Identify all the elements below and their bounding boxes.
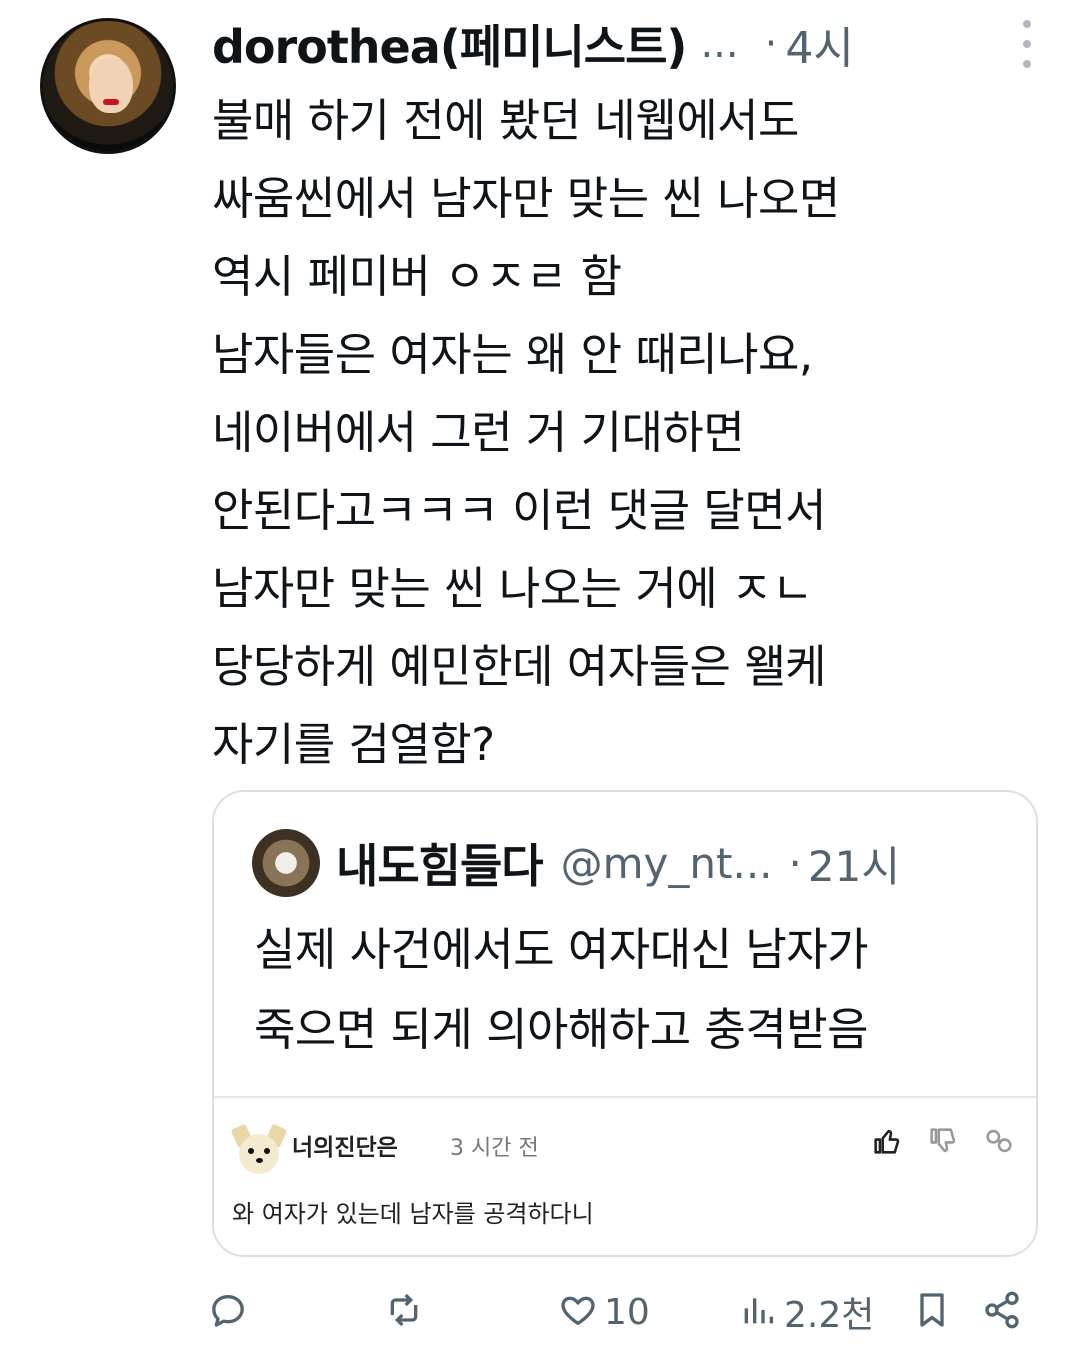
more-dot [1023, 20, 1031, 28]
comment-reaction-icons [870, 1124, 1016, 1158]
post-text-line: 안된다고ㅋㅋㅋ 이런 댓글 달면서 [212, 484, 827, 537]
comment-time: 3 시간 전 [450, 1136, 539, 1161]
views-button[interactable]: 2.2천 [738, 1282, 874, 1342]
post-text-line: 남자들은 여자는 왜 안 때리나요, [212, 328, 813, 381]
quoted-author-name: 내도힘들다 [336, 839, 544, 893]
quoted-text-line: 실제 사건에서도 여자대신 남자가 [254, 923, 869, 976]
post-text-line: 당당하게 예민한데 여자들은 왤케 [212, 640, 827, 693]
dog-avatar-icon [230, 1122, 288, 1176]
post-text: 불매 하기 전에 봤던 네웹에서도 싸움씬에서 남자만 맞는 씬 나오면 역시 … [212, 82, 1032, 784]
more-dot [1023, 60, 1031, 68]
embedded-comment-screenshot: 너의진단은 3 시간 전 와 여자가 있는데 남자를 공격하다니 [214, 1096, 1036, 1255]
retweet-button[interactable] [384, 1282, 430, 1342]
quoted-post-timestamp: 21시 [807, 841, 900, 891]
post-text-line: 싸움씬에서 남자만 맞는 씬 나오면 [212, 172, 840, 225]
bookmark-button[interactable] [912, 1282, 952, 1342]
link-icon [982, 1124, 1016, 1158]
separator-dot: · [788, 838, 802, 888]
quoted-post[interactable]: 내도힘들다 @my_nt... · 21시 실제 사건에서도 여자대신 남자가 … [212, 790, 1038, 1257]
post-text-line: 불매 하기 전에 봤던 네웹에서도 [212, 94, 799, 147]
author-display-name[interactable]: dorothea(페미니스트) [212, 11, 687, 77]
views-chart-icon [738, 1290, 778, 1334]
more-options-icon[interactable] [1015, 20, 1039, 68]
post-text-line: 자기를 검열함? [212, 718, 495, 771]
post-text-line: 남자만 맞는 씬 나오는 거에 ㅈㄴ [212, 562, 813, 615]
thumbs-up-icon [870, 1124, 904, 1158]
views-count: 2.2천 [784, 1295, 875, 1336]
heart-icon [558, 1290, 598, 1334]
reply-icon [208, 1290, 248, 1334]
share-icon [982, 1290, 1022, 1334]
avatar-lips [103, 99, 119, 105]
quoted-text-line: 죽으면 되게 의아해하고 충격받음 [254, 1003, 869, 1056]
thumbs-down-icon [926, 1124, 960, 1158]
retweet-icon [384, 1290, 424, 1334]
post-header: dorothea(페미니스트) ... · 4시 [212, 14, 1039, 74]
action-bar: 10 2.2천 [208, 1282, 1038, 1342]
quoted-post-header: 내도힘들다 @my_nt... · 21시 [252, 828, 996, 898]
quoted-post-text: 실제 사건에서도 여자대신 남자가 죽으면 되게 의아해하고 충격받음 [254, 910, 1016, 1070]
like-count: 10 [604, 1291, 650, 1333]
comment-username: 너의진단은 [292, 1135, 398, 1161]
quoted-author-avatar [252, 829, 320, 897]
author-handle-truncated[interactable]: ... [700, 21, 738, 67]
share-button[interactable] [982, 1282, 1022, 1342]
author-avatar[interactable] [40, 18, 176, 154]
bookmark-icon [912, 1290, 952, 1334]
quoted-author-handle: @my_nt... [560, 838, 773, 888]
separator-dot: · [764, 21, 778, 67]
comment-text: 와 여자가 있는데 남자를 공격하다니 [232, 1200, 594, 1228]
post-text-line: 네이버에서 그런 거 기대하면 [212, 406, 745, 459]
more-dot [1023, 40, 1031, 48]
like-button[interactable]: 10 [558, 1282, 650, 1342]
reply-button[interactable] [208, 1282, 254, 1342]
post-text-line: 역시 페미버 ㅇㅈㄹ 함 [212, 250, 622, 303]
post-timestamp[interactable]: 4시 [785, 12, 853, 76]
